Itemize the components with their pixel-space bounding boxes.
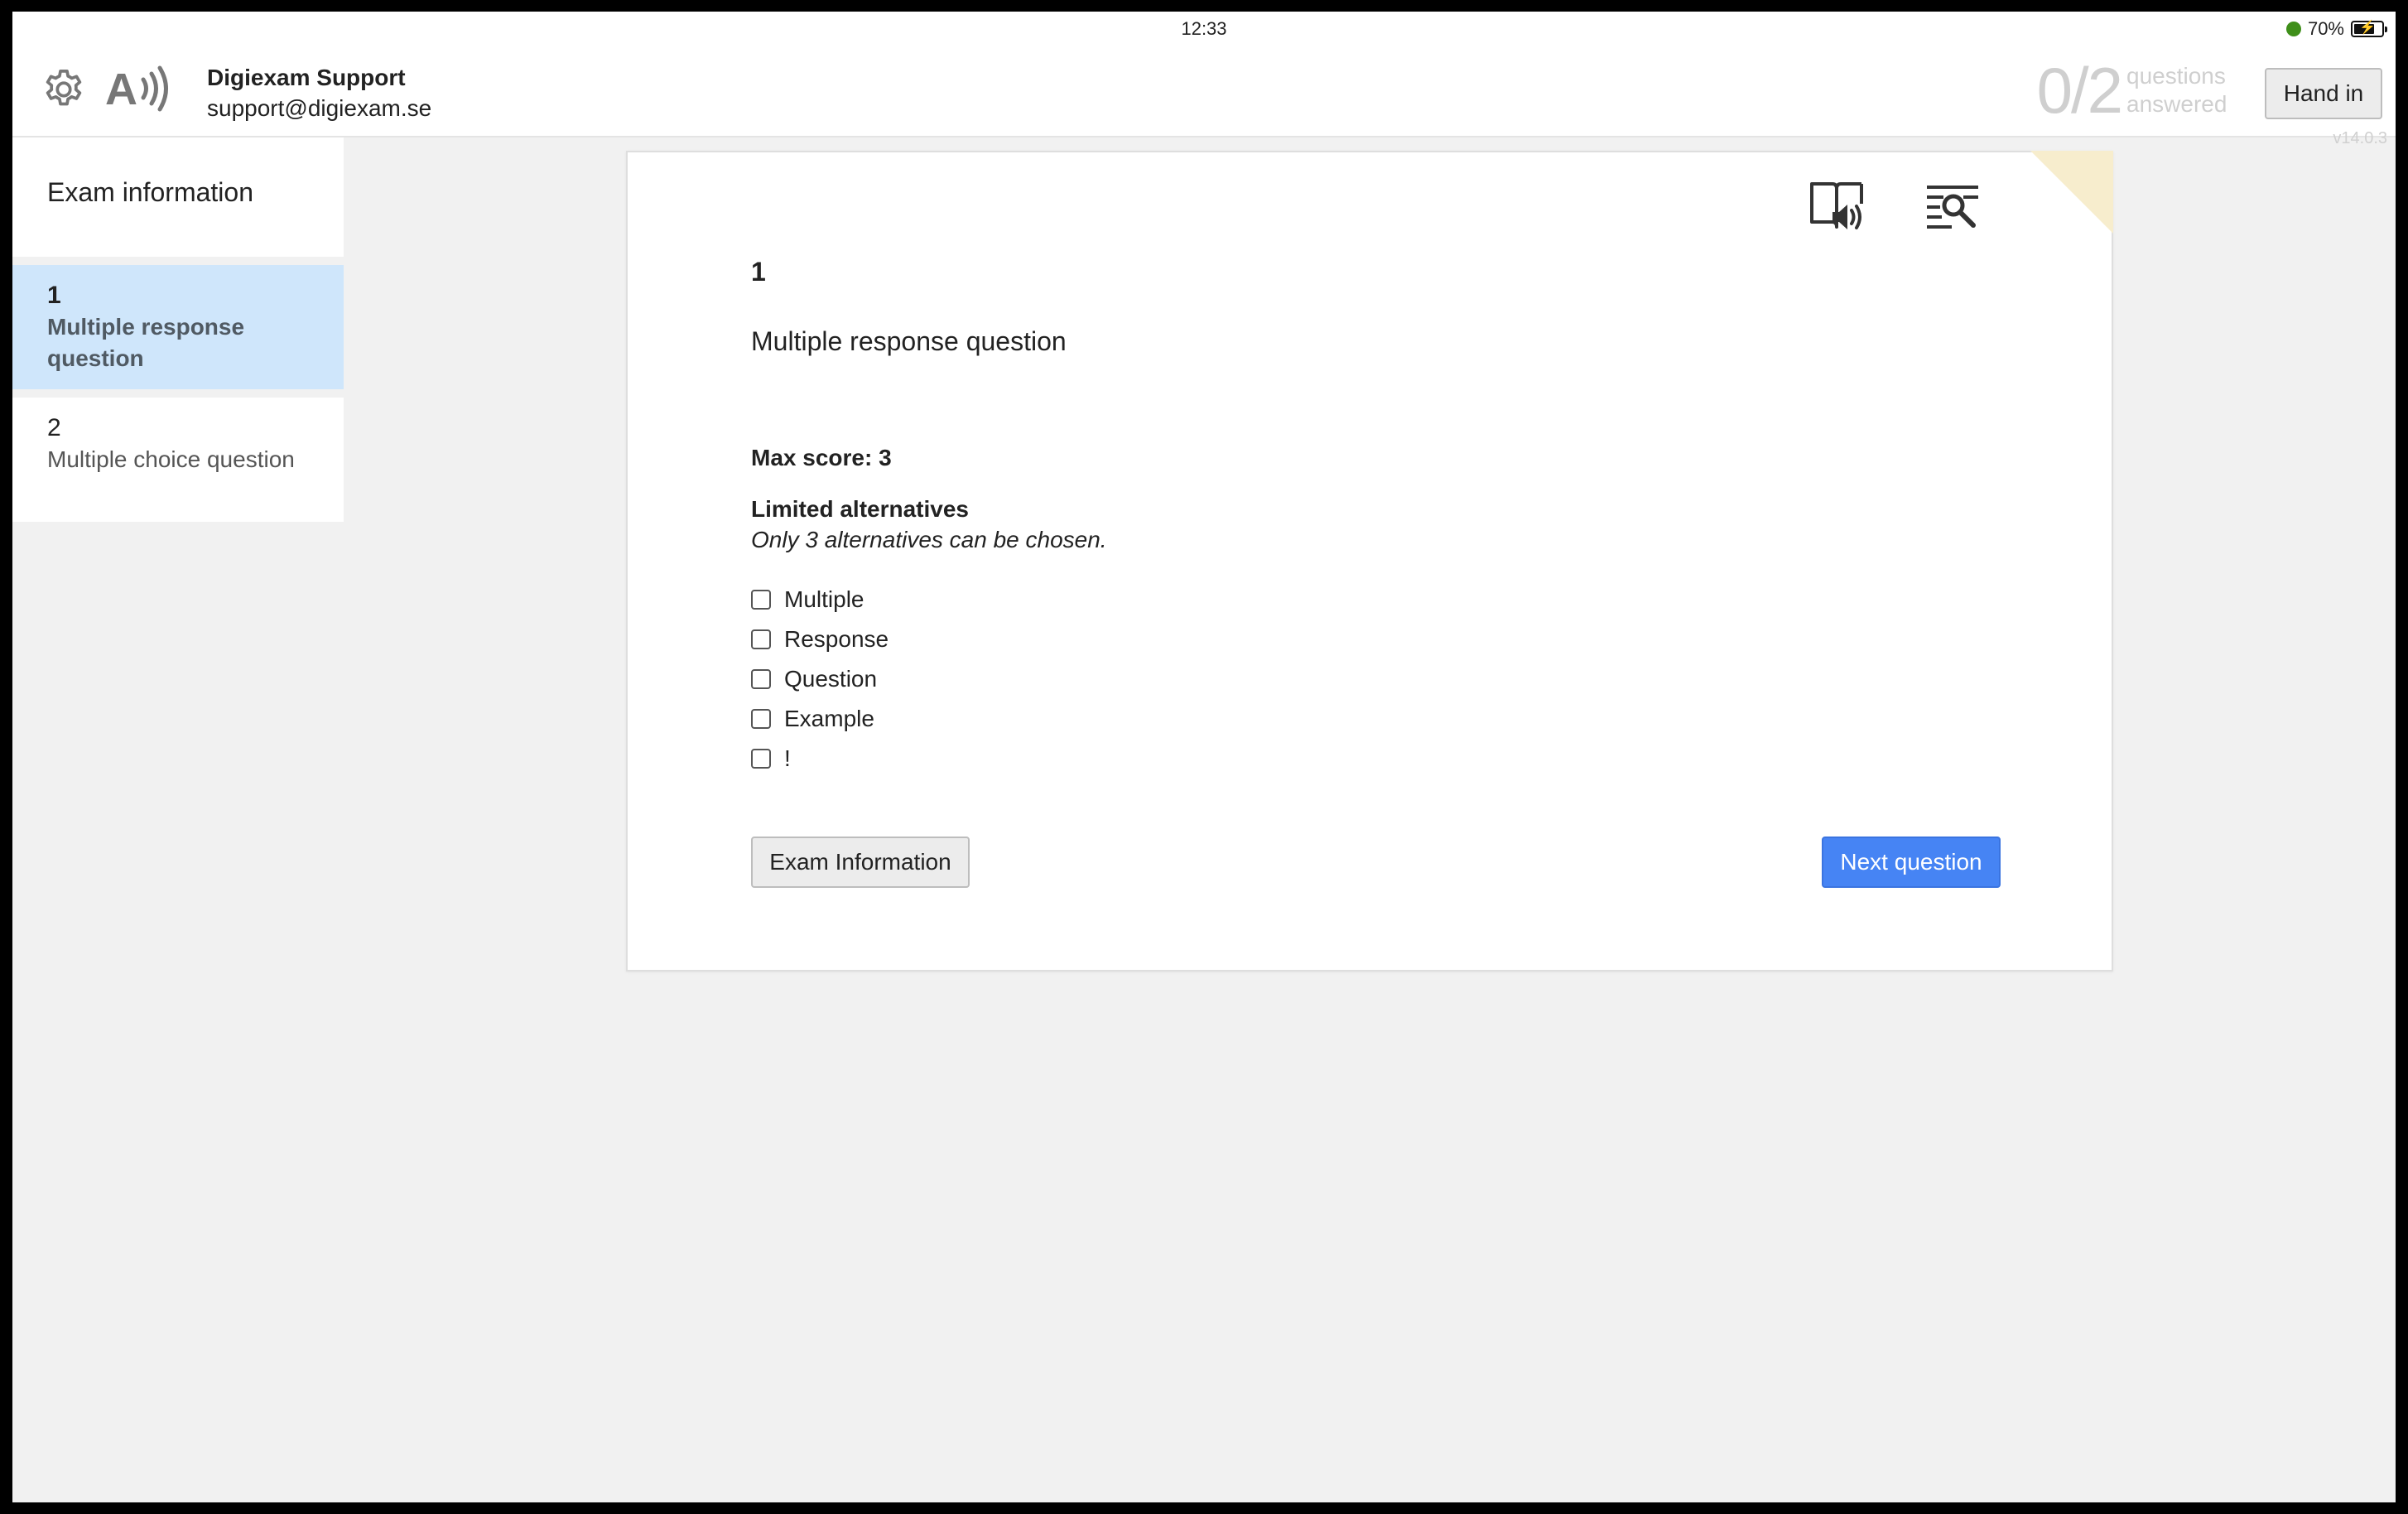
progress-count: 0/2 <box>2036 54 2123 127</box>
search-text-button[interactable] <box>1924 179 1982 237</box>
network-dot-icon <box>2285 22 2301 36</box>
answer-option[interactable]: Example <box>751 699 889 739</box>
option-checkbox[interactable] <box>751 629 771 649</box>
sidebar-item-question-1[interactable]: 1 Multiple response question <box>12 265 344 389</box>
user-name: Digiexam Support <box>207 65 406 90</box>
option-checkbox[interactable] <box>751 669 771 689</box>
status-indicators: 70% ⚡ <box>2285 18 2387 40</box>
option-checkbox[interactable] <box>751 749 771 769</box>
bolt-icon: ⚡ <box>2359 21 2376 35</box>
question-card: 1 Multiple response question Max score: … <box>626 151 2113 972</box>
limited-alternatives-title: Limited alternatives <box>751 496 969 522</box>
status-bar: 12:33 70% ⚡ <box>12 12 2396 45</box>
hand-in-button[interactable]: Hand in <box>2265 68 2382 119</box>
progress-label: questions answered <box>2126 63 2227 117</box>
gear-icon <box>46 69 82 106</box>
next-question-button[interactable]: Next question <box>1822 837 2001 888</box>
sidebar-item-label: Multiple response question <box>47 314 245 371</box>
sidebar-item-number: 1 <box>47 282 61 309</box>
app-screen: 12:33 70% ⚡ A Digiexam Support support@d… <box>12 12 2396 1502</box>
status-time: 12:33 <box>1181 18 1227 39</box>
answer-option[interactable]: Multiple <box>751 580 889 620</box>
question-title: Multiple response question <box>751 326 1067 356</box>
option-checkbox[interactable] <box>751 709 771 729</box>
text-to-speech-icon: A <box>105 65 168 114</box>
option-checkbox[interactable] <box>751 590 771 610</box>
option-label: Example <box>784 706 874 731</box>
option-label: Multiple <box>784 586 864 612</box>
answer-options: Multiple Response Question Example ! <box>751 580 889 779</box>
answer-option[interactable]: Question <box>751 659 889 699</box>
text-to-speech-button[interactable]: A <box>104 61 178 116</box>
question-number: 1 <box>751 257 766 287</box>
option-label: ! <box>784 745 791 771</box>
search-text-icon <box>1927 186 1978 229</box>
read-aloud-icon <box>1810 182 1863 229</box>
sidebar-item-label: Multiple choice question <box>47 446 295 472</box>
answer-option[interactable]: ! <box>751 739 889 779</box>
sidebar-item-question-2[interactable]: 2 Multiple choice question <box>12 398 344 522</box>
read-aloud-button[interactable] <box>1808 179 1866 237</box>
max-score: Max score: 3 <box>751 445 892 470</box>
sidebar-item-number: 2 <box>47 414 61 441</box>
option-label: Question <box>784 666 878 692</box>
app-header: A Digiexam Support support@digiexam.se 0… <box>12 45 2396 137</box>
battery-charging-icon: ⚡ <box>2351 21 2387 37</box>
user-email: support@digiexam.se <box>207 95 432 121</box>
sidebar-exam-information[interactable]: Exam information <box>12 137 344 257</box>
version-label: v14.0.3 <box>2333 129 2387 147</box>
limited-alternatives-description: Only 3 alternatives can be chosen. <box>751 527 1107 552</box>
battery-percent: 70% <box>2307 18 2344 39</box>
option-label: Response <box>784 626 889 652</box>
bookmark-corner[interactable] <box>2030 151 2113 234</box>
question-sidebar: Exam information 1 Multiple response que… <box>12 137 344 522</box>
settings-button[interactable] <box>39 65 89 114</box>
answer-progress: 0/2 questions answered <box>2036 54 2234 127</box>
svg-text:A: A <box>105 65 137 114</box>
exam-information-button[interactable]: Exam Information <box>751 837 970 888</box>
answer-option[interactable]: Response <box>751 620 889 659</box>
